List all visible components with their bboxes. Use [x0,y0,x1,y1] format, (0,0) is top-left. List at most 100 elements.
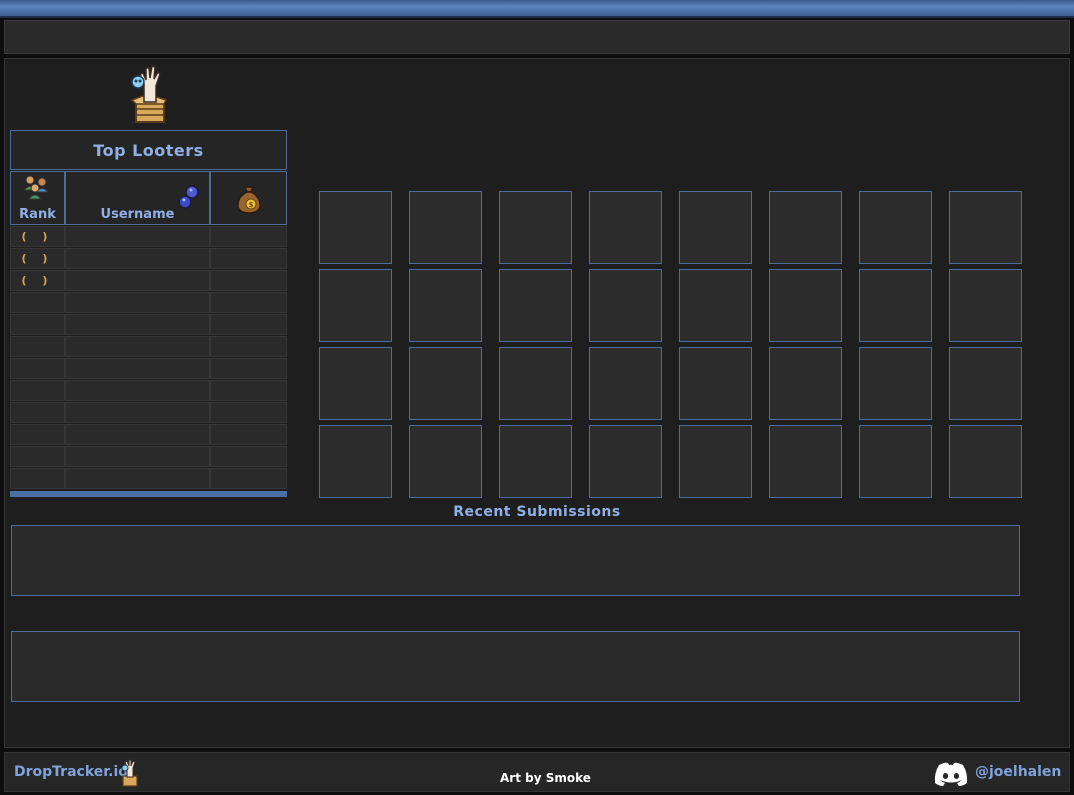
item-slot[interactable] [949,191,1022,264]
rank-cell [10,358,65,379]
item-slot[interactable] [499,191,572,264]
rank-column-label: Rank [19,207,56,222]
item-slot[interactable] [769,269,842,342]
rank-cell [10,402,65,423]
art-credit: Art by Smoke [500,771,591,785]
loot-value-cell [210,314,287,335]
username-column-header[interactable]: Username [65,171,210,225]
username-cell [65,248,210,269]
table-row[interactable] [10,358,287,379]
username-cell [65,380,210,401]
coin-bag-icon: $ [237,186,261,214]
item-slot[interactable] [409,347,482,420]
item-slot[interactable] [679,191,752,264]
item-slot[interactable] [949,425,1022,498]
loot-value-cell [210,424,287,445]
item-slot[interactable] [409,191,482,264]
item-slot[interactable] [859,269,932,342]
loot-value-cell [210,468,287,489]
item-slot[interactable] [319,191,392,264]
table-row[interactable]: ( ) [10,226,287,247]
item-slot[interactable] [319,269,392,342]
table-row[interactable] [10,402,287,423]
rank-column-header[interactable]: Rank [10,171,65,225]
item-slot[interactable] [679,347,752,420]
rank-cell [10,424,65,445]
item-slot[interactable] [679,425,752,498]
loot-box-mascot-icon [130,65,168,125]
top-accent-bar [0,0,1074,18]
item-slot[interactable] [319,425,392,498]
item-slot[interactable] [499,269,572,342]
username-cell [65,336,210,357]
loot-value-column-header[interactable]: $ [210,171,287,225]
username-cell [65,402,210,423]
table-row[interactable] [10,468,287,489]
recent-submissions-panel [11,525,1020,596]
username-cell [65,358,210,379]
svg-text:$: $ [249,201,254,209]
table-row[interactable] [10,380,287,401]
top-looters-table: Top Looters Rank Username $ () () () [10,130,287,497]
item-slot[interactable] [859,347,932,420]
username-cell [65,424,210,445]
loot-value-cell [210,446,287,467]
recent-submissions-title: Recent Submissions [453,504,621,520]
loot-value-cell [210,336,287,357]
username-cell [65,446,210,467]
item-slot[interactable] [499,347,572,420]
table-header: Rank Username $ [10,171,287,225]
username-column-label: Username [100,207,175,222]
table-row[interactable]: ( ) [10,270,287,291]
item-slot[interactable] [859,191,932,264]
table-row[interactable] [10,336,287,357]
item-slot[interactable] [589,269,662,342]
item-slot[interactable] [589,191,662,264]
header-strip [4,20,1070,54]
table-row[interactable] [10,424,287,445]
item-slot[interactable] [949,347,1022,420]
discord-icon[interactable] [933,761,969,787]
footer: DropTracker.io Art by Smoke @joelhalen [4,752,1070,792]
rank-cell: ( ) [10,248,65,269]
item-slot[interactable] [589,425,662,498]
loot-value-cell [210,358,287,379]
item-slot[interactable] [769,425,842,498]
username-cell [65,226,210,247]
item-slot[interactable] [859,425,932,498]
item-slot[interactable] [949,269,1022,342]
rank-cell [10,292,65,313]
username-cell [65,314,210,335]
item-slot[interactable] [769,347,842,420]
discord-handle[interactable]: @joelhalen [975,764,1061,780]
loot-value-cell [210,292,287,313]
loot-value-cell [210,226,287,247]
table-row[interactable] [10,292,287,313]
item-slot[interactable] [679,269,752,342]
username-cell [65,468,210,489]
loot-value-cell [210,380,287,401]
loot-box-mascot-icon [121,759,138,787]
table-footer-bar [10,491,287,497]
table-row[interactable] [10,446,287,467]
item-slot[interactable] [409,425,482,498]
item-slot[interactable] [409,269,482,342]
item-slot[interactable] [769,191,842,264]
rank-cell [10,468,65,489]
item-slot[interactable] [589,347,662,420]
rank-cell [10,380,65,401]
rank-cell [10,314,65,335]
username-cell [65,270,210,291]
username-cell [65,292,210,313]
loot-value-cell [210,270,287,291]
item-slot[interactable] [319,347,392,420]
table-row[interactable] [10,314,287,335]
lower-panel [11,631,1020,702]
table-row[interactable]: ( ) [10,248,287,269]
players-icon [22,175,50,200]
item-slot[interactable] [499,425,572,498]
rank-cell: ( ) [10,270,65,291]
site-link[interactable]: DropTracker.io [14,764,128,780]
loot-value-cell [210,402,287,423]
rank-cell [10,336,65,357]
